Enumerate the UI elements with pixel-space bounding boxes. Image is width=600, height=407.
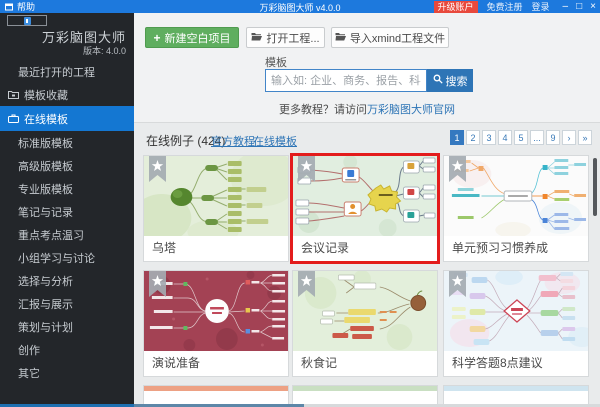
page-last-button[interactable]: » bbox=[578, 130, 592, 145]
card-thumbnail bbox=[444, 271, 588, 351]
window-controls: – □ × bbox=[563, 0, 596, 13]
card-thumbnail bbox=[293, 386, 437, 391]
sidebar-item-advanced-templates[interactable]: 高级版模板 bbox=[0, 154, 134, 177]
page-next-button[interactable]: › bbox=[562, 130, 576, 145]
titlebar-right: 升级账户 免费注册 登录 – □ × bbox=[434, 0, 597, 13]
card-title: 科学答题8点建议 bbox=[444, 351, 588, 376]
template-card-speech-preparation[interactable]: 演说准备 bbox=[143, 270, 289, 377]
close-button[interactable]: × bbox=[590, 0, 596, 13]
template-search-input[interactable] bbox=[265, 69, 427, 92]
sidebar-item-online-templates[interactable]: 在线模板 bbox=[0, 106, 134, 131]
card-thumbnail bbox=[144, 156, 288, 236]
bookmark-ribbon-icon bbox=[298, 271, 315, 297]
card-thumbnail bbox=[144, 386, 288, 391]
template-section-label: 模板 bbox=[265, 54, 287, 70]
card-title: 秋食记 bbox=[293, 351, 437, 376]
sidebar-item-template-favorites[interactable]: 模板收藏 bbox=[0, 83, 134, 106]
bookmark-ribbon-icon bbox=[298, 156, 315, 182]
sidebar-menu: 最近打开的工程 模板收藏 在线模板 标准版模板 高级版模板 专业版模板 笔记与记… bbox=[0, 60, 134, 384]
main-top-section: + 新建空白项目 打开工程... 导入xmind工程文件 模板 搜索 更多教程？… bbox=[134, 13, 600, 123]
app-window: 帮助 万彩脑图大师 v4.0.0 升级账户 免费注册 登录 – □ × 万彩脑图… bbox=[0, 0, 600, 407]
folder-open-icon bbox=[251, 32, 262, 44]
open-project-button[interactable]: 打开工程... bbox=[246, 27, 325, 48]
template-card-unit-preview-habit[interactable]: 单元预习习惯养成 bbox=[443, 155, 589, 262]
card-title: 乌塔 bbox=[144, 236, 288, 261]
plus-icon: + bbox=[153, 32, 160, 44]
card-thumbnail bbox=[444, 156, 588, 236]
sidebar: 万彩脑图大师 版本: 4.0.0 最近打开的工程 模板收藏 在线模板 标准版模板… bbox=[0, 13, 134, 407]
sidebar-item-group-study-discussion[interactable]: 小组学习与讨论 bbox=[0, 246, 134, 269]
page-button-3[interactable]: 3 bbox=[482, 130, 496, 145]
app-logo bbox=[7, 15, 47, 26]
template-card-science-answer-tips[interactable]: 科学答题8点建议 bbox=[443, 270, 589, 377]
briefcase-icon bbox=[8, 114, 19, 123]
template-card-wuta[interactable]: 乌塔 bbox=[143, 155, 289, 262]
pagination: 1 2 3 4 5 ... 9 › » bbox=[450, 130, 592, 145]
titlebar: 帮助 万彩脑图大师 v4.0.0 升级账户 免费注册 登录 – □ × bbox=[0, 0, 600, 13]
logo-icon bbox=[24, 17, 31, 25]
page-button-4[interactable]: 4 bbox=[498, 130, 512, 145]
app-version: 版本: 4.0.0 bbox=[83, 44, 126, 57]
sidebar-item-recent-projects[interactable]: 最近打开的工程 bbox=[0, 60, 134, 83]
card-thumbnail bbox=[293, 271, 437, 351]
page-button-1[interactable]: 1 bbox=[450, 130, 464, 145]
card-title: 单元预习习惯养成 bbox=[444, 236, 588, 261]
minimize-button[interactable]: – bbox=[563, 0, 569, 13]
bookmark-ribbon-icon bbox=[149, 156, 166, 182]
window-title: 万彩脑图大师 v4.0.0 bbox=[259, 1, 340, 14]
app-window-icon bbox=[5, 3, 13, 11]
sidebar-item-creation[interactable]: 创作 bbox=[0, 338, 134, 361]
upgrade-account-button[interactable]: 升级账户 bbox=[434, 1, 478, 13]
folder-favorite-icon bbox=[8, 90, 19, 99]
card-thumbnail bbox=[144, 271, 288, 351]
search-button[interactable]: 搜索 bbox=[427, 69, 473, 92]
card-thumbnail bbox=[444, 386, 588, 391]
help-menu[interactable]: 帮助 bbox=[17, 0, 35, 13]
search-icon bbox=[433, 74, 443, 87]
page-button-9[interactable]: 9 bbox=[546, 130, 560, 145]
sidebar-item-choice-analysis[interactable]: 选择与分析 bbox=[0, 269, 134, 292]
bookmark-ribbon-icon bbox=[149, 271, 166, 297]
template-card-meeting-notes[interactable]: 会议记录 bbox=[292, 155, 438, 262]
folder-open-icon bbox=[335, 32, 346, 44]
more-tutorials-line: 更多教程？请访问万彩脑图大师官网 bbox=[134, 101, 600, 117]
new-blank-project-button[interactable]: + 新建空白项目 bbox=[145, 27, 239, 48]
register-link[interactable]: 免费注册 bbox=[487, 0, 523, 13]
more-tutorials-text: 更多教程？请访问 bbox=[279, 104, 367, 116]
card-title: 演说准备 bbox=[144, 351, 288, 376]
page-button-2[interactable]: 2 bbox=[466, 130, 480, 145]
login-link[interactable]: 登录 bbox=[532, 0, 550, 13]
template-card-autumn-food-diary[interactable]: 秋食记 bbox=[292, 270, 438, 377]
sidebar-item-standard-templates[interactable]: 标准版模板 bbox=[0, 131, 134, 154]
import-xmind-button[interactable]: 导入xmind工程文件 bbox=[331, 27, 449, 48]
template-browser: 在线例子 (424) 官方教程 在线模板 1 2 3 4 5 ... 9 › » bbox=[134, 124, 600, 407]
sidebar-item-report-presentation[interactable]: 汇报与展示 bbox=[0, 292, 134, 315]
sidebar-item-key-points-review[interactable]: 重点考点温习 bbox=[0, 223, 134, 246]
official-tutorial-link[interactable]: 官方教程 bbox=[211, 133, 255, 149]
card-thumbnail bbox=[293, 156, 437, 236]
bookmark-ribbon-icon bbox=[449, 271, 466, 297]
page-ellipsis[interactable]: ... bbox=[530, 130, 544, 145]
card-title: 会议记录 bbox=[293, 236, 437, 261]
sidebar-item-notes-records[interactable]: 笔记与记录 bbox=[0, 200, 134, 223]
vertical-scrollbar-thumb[interactable] bbox=[593, 158, 597, 216]
page-button-5[interactable]: 5 bbox=[514, 130, 528, 145]
sidebar-item-professional-templates[interactable]: 专业版模板 bbox=[0, 177, 134, 200]
official-site-link[interactable]: 万彩脑图大师官网 bbox=[367, 104, 455, 116]
sidebar-item-other[interactable]: 其它 bbox=[0, 361, 134, 384]
maximize-button[interactable]: □ bbox=[576, 0, 582, 13]
sidebar-item-planning[interactable]: 策划与计划 bbox=[0, 315, 134, 338]
online-template-link[interactable]: 在线模板 bbox=[253, 133, 297, 149]
bookmark-ribbon-icon bbox=[449, 156, 466, 182]
